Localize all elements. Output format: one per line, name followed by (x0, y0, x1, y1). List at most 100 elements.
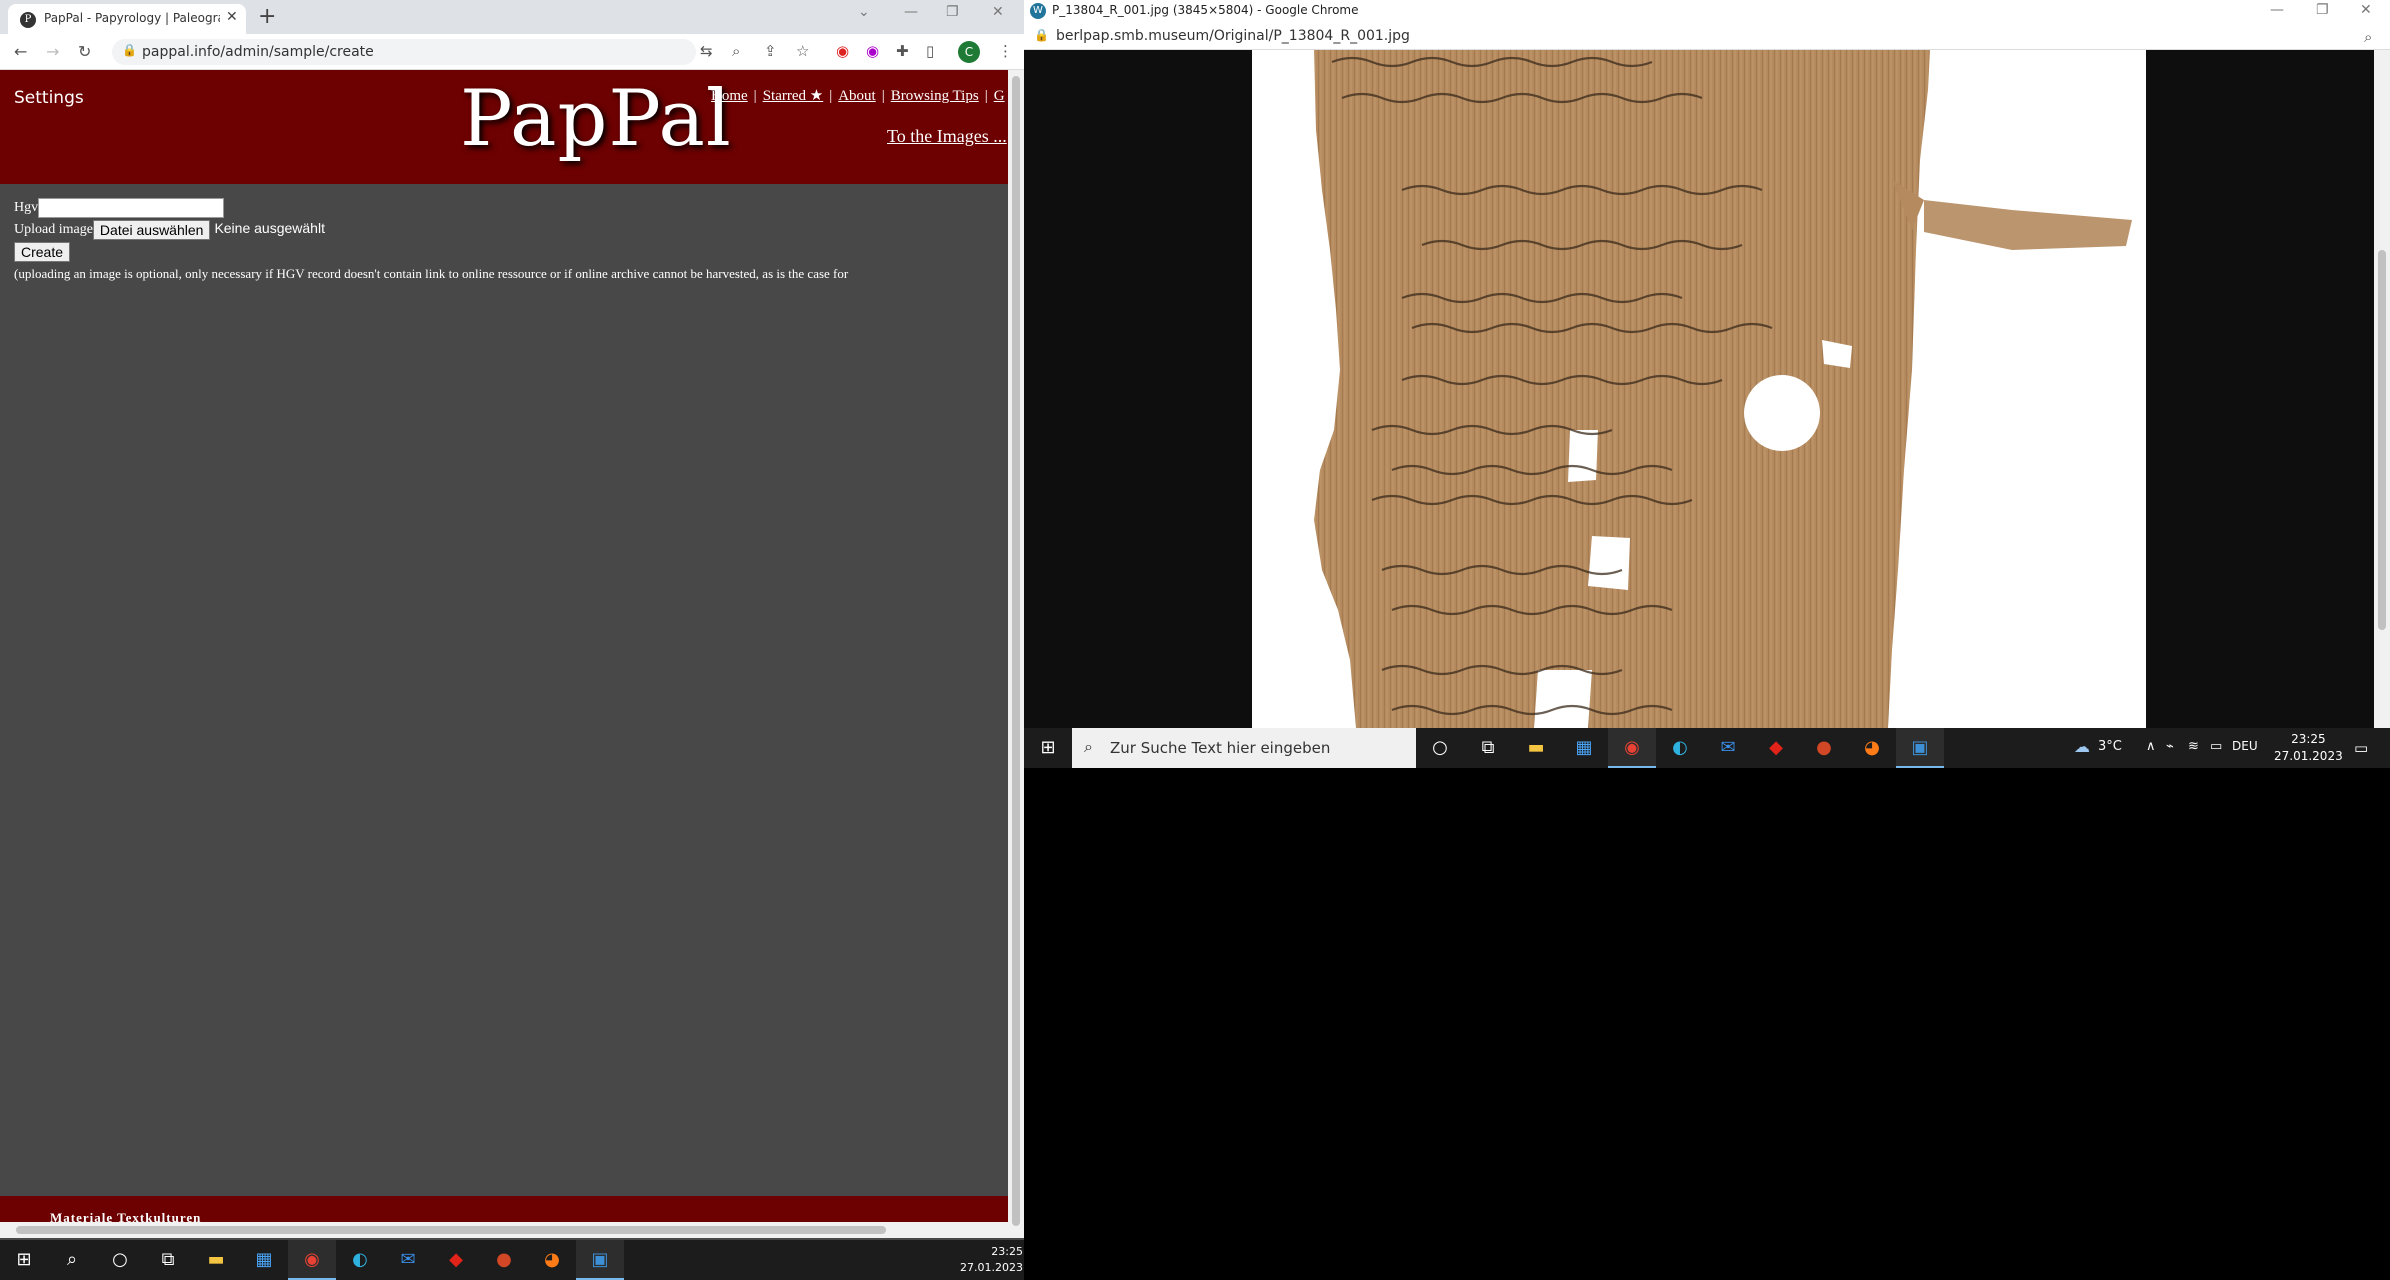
nav-truncated[interactable]: G (994, 88, 1005, 104)
notification-icon[interactable]: ▭ (2354, 739, 2368, 757)
menu-kebab-icon[interactable]: ⋮ (998, 42, 1013, 60)
left-browser-window: P PapPal - Papyrology | Paleograph ✕ + ⌄… (0, 0, 1024, 1280)
to-images-link[interactable]: To the Images ... (887, 126, 1007, 147)
wifi-icon[interactable]: ≋ (2188, 739, 2199, 754)
hgv-label: Hgv (14, 200, 39, 216)
acrobat-icon[interactable]: ◆ (432, 1240, 480, 1280)
clock-right[interactable]: 23:25 27.01.2023 (2274, 731, 2343, 765)
browser-toolbar: ← → ↻ 🔒 pappal.info/admin/sample/create … (0, 34, 1024, 70)
search-icon[interactable]: ⌕ (48, 1240, 96, 1280)
translate-icon[interactable]: ⇆ (700, 42, 713, 60)
firefox-icon-right[interactable]: ◕ (1848, 728, 1896, 768)
edge-icon[interactable]: ◐ (336, 1240, 384, 1280)
tab-pappal[interactable]: P PapPal - Papyrology | Paleograph ✕ (8, 4, 246, 34)
vertical-scroll-thumb[interactable] (1012, 76, 1020, 1226)
papyrus-fragment-drawing (1314, 50, 2132, 728)
create-button[interactable]: Create (14, 242, 71, 262)
nav-starred[interactable]: Starred ★ (763, 88, 824, 104)
minimize-icon[interactable]: — (904, 4, 918, 20)
close-tab-icon[interactable]: ✕ (226, 9, 238, 25)
chrome-icon-right[interactable]: ◉ (1608, 728, 1656, 768)
lock-icon-right: 🔒 (1034, 28, 1049, 42)
minimize-icon-right[interactable]: — (2270, 2, 2284, 18)
network-icon[interactable]: ⌁ (2166, 739, 2174, 754)
right-scroll-thumb[interactable] (2378, 250, 2386, 630)
share-icon[interactable]: ⇪ (764, 42, 777, 60)
right-vertical-scrollbar[interactable] (2374, 50, 2390, 728)
vertical-scrollbar[interactable] (1008, 70, 1024, 1238)
back-icon[interactable]: ← (14, 42, 27, 61)
url-text-right: berlpap.smb.museum/Original/P_13804_R_00… (1056, 28, 1410, 44)
forward-icon[interactable]: → (46, 42, 59, 61)
horizontal-scrollbar[interactable] (0, 1222, 1008, 1238)
choose-file-button[interactable]: Datei auswählen (92, 220, 211, 240)
store-icon[interactable]: ▦ (240, 1240, 288, 1280)
task-view-icon[interactable]: ⧉ (144, 1240, 192, 1280)
firefox-icon[interactable]: ◕ (528, 1240, 576, 1280)
new-tab-icon[interactable]: + (258, 4, 276, 29)
close-window-icon-right[interactable]: ✕ (2360, 2, 2372, 18)
cortana-icon[interactable]: ○ (96, 1240, 144, 1280)
restore-icon-right[interactable]: ❐ (2316, 2, 2329, 18)
edge-icon-right[interactable]: ◐ (1656, 728, 1704, 768)
upload-hint-text: (uploading an image is optional, only ne… (14, 266, 849, 281)
no-file-selected-text: Keine ausgewählt (214, 220, 325, 237)
windows-start-icon[interactable]: ⊞ (0, 1240, 48, 1280)
settings-link[interactable]: Settings (14, 88, 84, 108)
taskbar-left: ⊞ ⌕ ○ ⧉ ▬ ▦ ◉ ◐ ✉ ◆ ● ◕ ▣ 23:25 27.01.20… (0, 1240, 1024, 1280)
tray-chevron-icon[interactable]: ∧ (2146, 739, 2156, 754)
language-indicator[interactable]: DEU (2232, 739, 2258, 753)
taskbar-right: ⊞ ⌕ Zur Suche Text hier eingeben ○ ⧉ ▬ ▦… (1024, 728, 2390, 768)
restore-icon[interactable]: ❐ (946, 4, 959, 20)
file-explorer-icon-right[interactable]: ▬ (1512, 728, 1560, 768)
bookmark-star-icon[interactable]: ☆ (796, 42, 809, 60)
date-right: 27.01.2023 (2274, 749, 2343, 763)
side-panel-icon[interactable]: ▯ (926, 42, 934, 60)
clock-left[interactable]: 23:25 27.01.2023 (960, 1244, 1023, 1276)
powerpoint-icon-right[interactable]: ● (1800, 728, 1848, 768)
cortana-icon-right[interactable]: ○ (1416, 728, 1464, 768)
photos-icon-right[interactable]: ▣ (1896, 728, 1944, 768)
close-window-icon[interactable]: ✕ (992, 4, 1004, 20)
profile-avatar[interactable]: C (958, 41, 980, 63)
lock-icon: 🔒 (122, 43, 137, 57)
photos-icon[interactable]: ▣ (576, 1240, 624, 1280)
taskbar-search-box[interactable]: ⌕ Zur Suche Text hier eingeben (1072, 728, 1416, 768)
papyrus-image[interactable] (1252, 50, 2146, 728)
weather-temp[interactable]: 3°C (2098, 739, 2122, 754)
hgv-input[interactable] (38, 198, 225, 218)
nav-browsing-tips[interactable]: Browsing Tips (891, 88, 979, 104)
site-header: Settings PapPal Home | Starred ★ | About | Bro… (0, 70, 1008, 184)
chrome-icon[interactable]: ◉ (288, 1240, 336, 1280)
right-browser-window: W P_13804_R_001.jpg (3845×5804) - Google… (1024, 0, 2390, 768)
extension-purple-icon[interactable]: ◉ (866, 42, 879, 60)
pappal-logo: PapPal (460, 74, 732, 164)
weather-cloud-icon[interactable]: ☁ (2074, 737, 2090, 756)
tab-search-icon[interactable]: ⌄ (858, 4, 870, 20)
reload-icon[interactable]: ↻ (78, 42, 91, 61)
acrobat-icon-right[interactable]: ◆ (1752, 728, 1800, 768)
address-bar-right[interactable]: 🔒 berlpap.smb.museum/Original/P_13804_R_… (1024, 22, 2390, 50)
url-text: pappal.info/admin/sample/create (142, 44, 374, 60)
address-bar[interactable]: 🔒 pappal.info/admin/sample/create (112, 39, 696, 65)
window-title: P_13804_R_001.jpg (3845×5804) - Google C… (1052, 3, 1359, 17)
extensions-puzzle-icon[interactable]: ✚ (896, 42, 909, 60)
time-right: 23:25 (2291, 732, 2326, 746)
task-view-icon-right[interactable]: ⧉ (1464, 728, 1512, 768)
mail-icon[interactable]: ✉ (384, 1240, 432, 1280)
upload-image-label: Upload image (14, 222, 93, 238)
file-explorer-icon[interactable]: ▬ (192, 1240, 240, 1280)
horizontal-scroll-thumb[interactable] (16, 1226, 886, 1234)
extension-red-icon[interactable]: ◉ (836, 42, 849, 60)
time-left: 23:25 (991, 1245, 1023, 1258)
nav-about[interactable]: About (838, 88, 876, 104)
nav-home[interactable]: Home (711, 88, 748, 104)
store-icon-right[interactable]: ▦ (1560, 728, 1608, 768)
windows-start-icon-right[interactable]: ⊞ (1024, 728, 1072, 768)
powerpoint-icon[interactable]: ● (480, 1240, 528, 1280)
mail-icon-right[interactable]: ✉ (1704, 728, 1752, 768)
zoom-icon[interactable]: ⌕ (732, 42, 740, 60)
wordpress-favicon-icon: W (1030, 3, 1046, 19)
battery-icon[interactable]: ▭ (2210, 739, 2222, 754)
zoom-icon-right[interactable]: ⌕ (2364, 28, 2372, 46)
